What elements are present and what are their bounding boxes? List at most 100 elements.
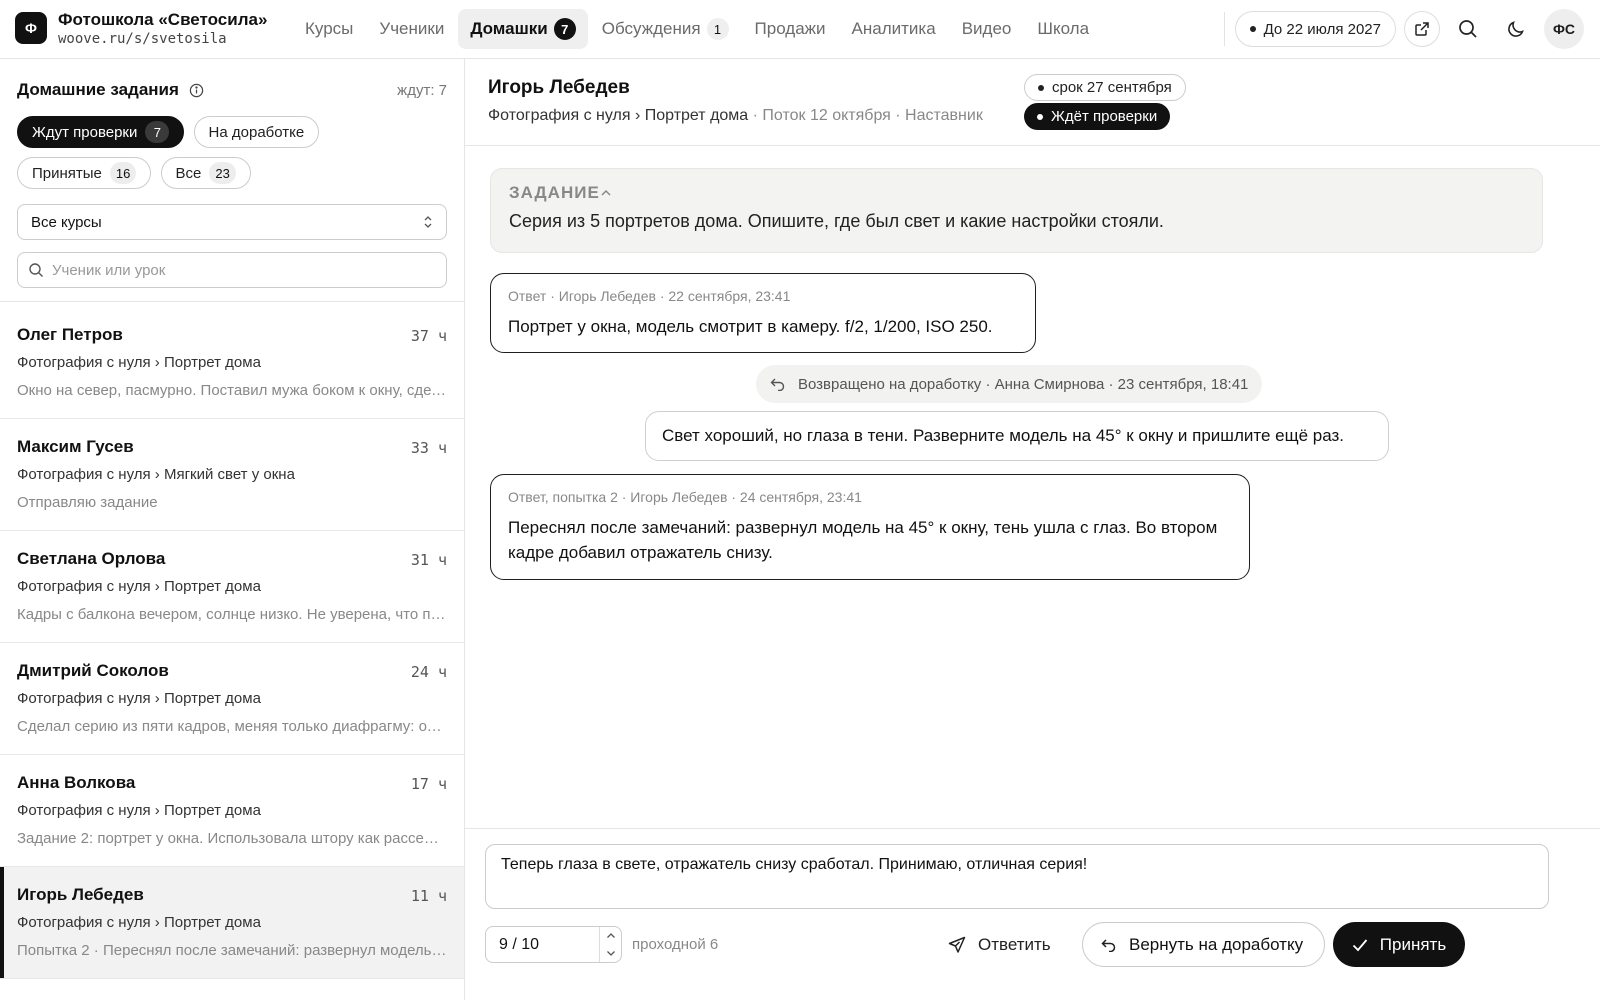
info-icon[interactable] xyxy=(189,83,204,98)
external-link-icon xyxy=(1415,22,1429,36)
divider xyxy=(465,828,1600,829)
returned-event: Возвращено на доработку · Анна Смирнова … xyxy=(756,365,1263,403)
subscription-label: До 22 июля 2027 xyxy=(1263,20,1381,38)
course-select-value: Все курсы xyxy=(31,213,102,231)
filter-count: 7 xyxy=(145,121,170,143)
student-search[interactable] xyxy=(17,252,447,288)
student-name: Игорь Лебедев xyxy=(488,77,630,98)
course-path: Фотография с нуля › Портрет дома xyxy=(17,354,261,371)
list-item[interactable]: Анна Волкова 17 ч Фотография с нуля › По… xyxy=(0,755,464,867)
course-path: Фотография с нуля › Портрет дома xyxy=(17,802,261,819)
nav-sales[interactable]: Продажи xyxy=(743,9,838,49)
filter-all[interactable]: Все 23 xyxy=(160,157,251,189)
chevron-up-icon[interactable] xyxy=(606,932,616,939)
accept-button[interactable]: Принять xyxy=(1333,922,1465,967)
nav-homework-badge: 7 xyxy=(553,18,576,40)
list-item[interactable]: Светлана Орлова 31 ч Фотография с нуля ›… xyxy=(0,531,464,643)
reply-label: Ответить xyxy=(978,935,1051,954)
course-path: Фотография с нуля › Портрет дома xyxy=(17,578,261,595)
comment-text: Свет хороший, но глаза в тени. Развернит… xyxy=(662,426,1344,445)
moon-icon xyxy=(1508,21,1524,37)
score-input[interactable] xyxy=(486,935,596,954)
waiting-hours: 33 ч xyxy=(410,439,447,457)
waiting-hours: 37 ч xyxy=(410,327,447,345)
nav-analytics[interactable]: Аналитика xyxy=(840,9,948,49)
nav-video[interactable]: Видео xyxy=(950,9,1024,49)
list-item-selected[interactable]: Игорь Лебедев 11 ч Фотография с нуля › П… xyxy=(0,867,464,979)
list-item[interactable]: Дмитрий Соколов 24 ч Фотография с нуля ›… xyxy=(0,643,464,755)
status-dot xyxy=(1249,26,1256,32)
task-label: ЗАДАНИЕ xyxy=(509,183,600,202)
filter-label: Все xyxy=(175,164,202,182)
deadline-badge: срок 27 сентября xyxy=(1024,74,1186,101)
nav-courses[interactable]: Курсы xyxy=(293,9,365,49)
chevron-down-icon[interactable] xyxy=(606,950,616,957)
filter-accepted[interactable]: Принятые 16 xyxy=(17,157,152,189)
list-item[interactable]: Олег Петров 37 ч Фотография с нуля › Пор… xyxy=(0,307,464,419)
nav-analytics-label: Аналитика xyxy=(851,19,936,38)
score-stepper[interactable] xyxy=(485,926,622,963)
reply-button[interactable]: Ответить xyxy=(948,931,1051,959)
reply-composer[interactable]: Теперь глаза в свете, отражатель снизу с… xyxy=(485,844,1549,909)
nav-discussions[interactable]: Обсуждения 1 xyxy=(590,9,741,49)
divider xyxy=(0,301,464,302)
task-toggle[interactable]: ЗАДАНИЕ xyxy=(509,183,1524,203)
nav-video-label: Видео xyxy=(961,19,1012,38)
waiting-hours: 17 ч xyxy=(410,775,447,793)
answer-meta: Ответ · Игорь Лебедев · 22 сентября, 23:… xyxy=(508,288,791,304)
answer-preview: Отправляю задание xyxy=(17,494,158,511)
nav-homework[interactable]: Домашки 7 xyxy=(458,9,588,49)
student-name: Анна Волкова xyxy=(17,773,136,792)
mentor-comment: Свет хороший, но глаза в тени. Развернит… xyxy=(645,411,1389,461)
school-name: Фотошкола «Светосила» xyxy=(58,10,268,29)
open-site-button[interactable] xyxy=(1404,11,1440,47)
reply-textarea[interactable]: Теперь глаза в свете, отражатель снизу с… xyxy=(501,856,1533,897)
school-url[interactable]: woove.ru/s/svetosila xyxy=(58,30,267,48)
return-label: Вернуть на доработку xyxy=(1129,934,1304,954)
status-badge: Ждёт проверки xyxy=(1024,103,1171,130)
status-label: Ждёт проверки xyxy=(1051,108,1158,125)
search-input[interactable] xyxy=(52,261,432,279)
school-logo[interactable]: Ф xyxy=(15,12,47,44)
subscription-pill[interactable]: До 22 июля 2027 xyxy=(1234,11,1396,47)
nav-discussions-label: Обсуждения xyxy=(601,19,701,38)
filter-label: Ждут проверки xyxy=(32,123,138,141)
list-item[interactable]: Максим Гусев 33 ч Фотография с нуля › Мя… xyxy=(0,419,464,531)
course-select[interactable]: Все курсы xyxy=(17,204,447,240)
main-nav: Курсы Ученики Домашки 7 Обсуждения 1 Прода… xyxy=(293,9,1103,49)
filter-label: Принятые xyxy=(32,164,102,182)
nav-students[interactable]: Ученики xyxy=(367,9,456,49)
top-right-controls: До 22 июля 2027 ФС xyxy=(1223,9,1584,49)
nav-school-label: Школа xyxy=(1037,19,1090,38)
answer-preview: Попытка 2 · Переснял после замечаний: ра… xyxy=(17,942,447,959)
course-path: Фотография с нуля › Портрет дома xyxy=(488,107,749,124)
accept-label: Принять xyxy=(1379,934,1447,954)
check-icon xyxy=(1352,938,1367,951)
student-name: Светлана Орлова xyxy=(17,549,166,568)
filter-revision[interactable]: На доработке xyxy=(193,116,320,148)
filter-awaiting-review[interactable]: Ждут проверки 7 xyxy=(17,116,185,148)
course-path: Фотография с нуля › Портрет дома xyxy=(17,690,261,707)
filter-count: 16 xyxy=(109,162,137,184)
score-arrows[interactable] xyxy=(599,927,621,962)
student-name: Дмитрий Соколов xyxy=(17,661,169,680)
nav-homework-label: Домашки xyxy=(470,19,548,38)
search-icon xyxy=(1459,20,1477,38)
status-dot xyxy=(1037,113,1043,120)
nav-school[interactable]: Школа xyxy=(1025,9,1101,49)
answer-preview: Задание 2: портрет у окна. Использовала … xyxy=(17,830,447,847)
search-button[interactable] xyxy=(1448,9,1488,49)
task-card: ЗАДАНИЕ Серия из 5 портретов дома. Опиши… xyxy=(490,168,1543,253)
stream-meta: · Поток 12 октября · Наставник xyxy=(748,107,983,124)
return-for-revision-button[interactable]: Вернуть на доработку xyxy=(1082,922,1326,967)
theme-toggle-button[interactable] xyxy=(1496,9,1536,49)
homework-sidebar: Домашние задания ждут: 7 Ждут проверки 7 … xyxy=(0,59,465,1000)
avatar[interactable]: ФС xyxy=(1544,9,1584,49)
student-answer: Ответ, попытка 2 · Игорь Лебедев · 24 се… xyxy=(490,474,1250,580)
sidebar-header: Домашние задания ждут: 7 xyxy=(17,79,447,101)
lesson-breadcrumb: Фотография с нуля › Портрет дома · Поток… xyxy=(488,107,983,125)
sidebar-title: Домашние задания xyxy=(17,80,179,99)
homework-detail: Игорь Лебедев Фотография с нуля › Портре… xyxy=(465,59,1600,1000)
search-icon xyxy=(29,263,43,277)
waiting-hours: 11 ч xyxy=(410,887,447,905)
